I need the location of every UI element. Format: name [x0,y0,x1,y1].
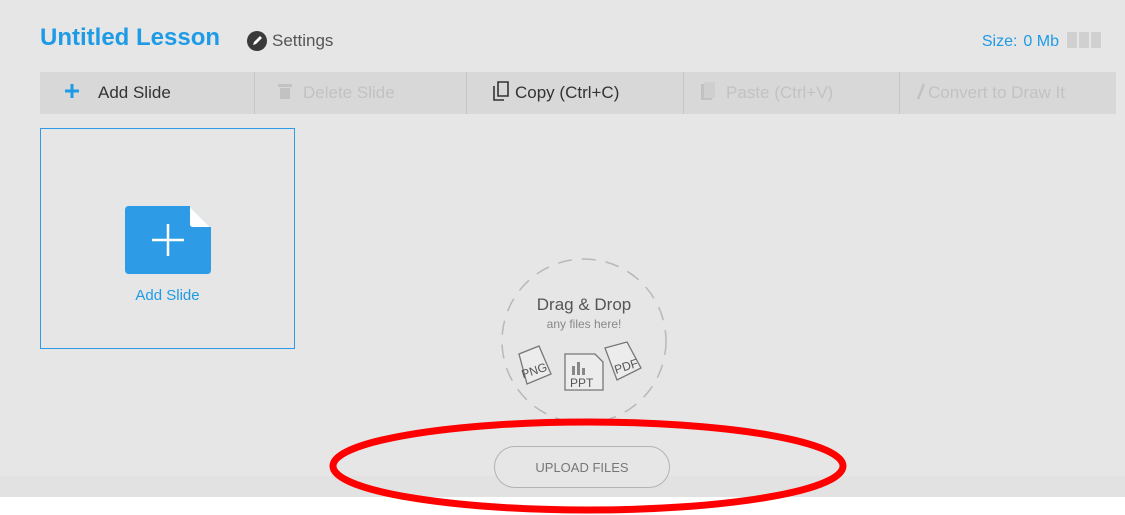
dropzone-area[interactable]: PNG PDF PPT [499,256,669,426]
size-label: Size: [981,33,1018,50]
delete-slide-button[interactable]: Delete Slide [255,72,467,114]
paste-icon [700,81,716,106]
trash-icon [277,82,293,105]
size-meter [1067,32,1101,48]
slide-toolbar: Add Slide Delete Slide Copy (Ctrl+C) Pas… [40,72,1116,114]
copy-label: Copy (Ctrl+C) [515,83,620,102]
add-slide-label: Add Slide [98,83,171,102]
upload-files-button[interactable]: UPLOAD FILES [494,446,670,488]
paste-button[interactable]: Paste (Ctrl+V) [684,72,900,114]
add-slide-card-label: Add Slide [135,287,200,304]
copy-icon [493,80,509,106]
plus-icon [64,83,80,104]
add-slide-card[interactable]: Add Slide [40,128,295,349]
settings-link[interactable]: Settings [272,31,333,51]
pdf-file-icon: PDF [604,341,642,381]
paste-label: Paste (Ctrl+V) [726,83,834,102]
dropzone-title: Drag & Drop [536,295,632,314]
ppt-file-label: PPT [570,376,594,390]
convert-label: Convert to Draw It [928,83,1065,102]
add-slide-button[interactable]: Add Slide [40,72,255,114]
size-indicator: Size: 0 Mb [982,33,1059,51]
png-file-icon: PNG [518,345,552,385]
copy-button[interactable]: Copy (Ctrl+C) [467,72,684,114]
pencil-draw-icon [916,82,926,105]
ppt-file-icon: PPT [564,353,604,391]
convert-to-draw-it-button[interactable]: Convert to Draw It [900,72,1116,114]
lesson-title[interactable]: Untitled Lesson [40,24,220,52]
add-document-icon [125,206,211,274]
size-value: 0 Mb [1023,33,1059,50]
delete-slide-label: Delete Slide [303,83,395,102]
pencil-icon[interactable] [247,31,267,51]
dropzone-subtitle: any files here! [546,317,622,331]
